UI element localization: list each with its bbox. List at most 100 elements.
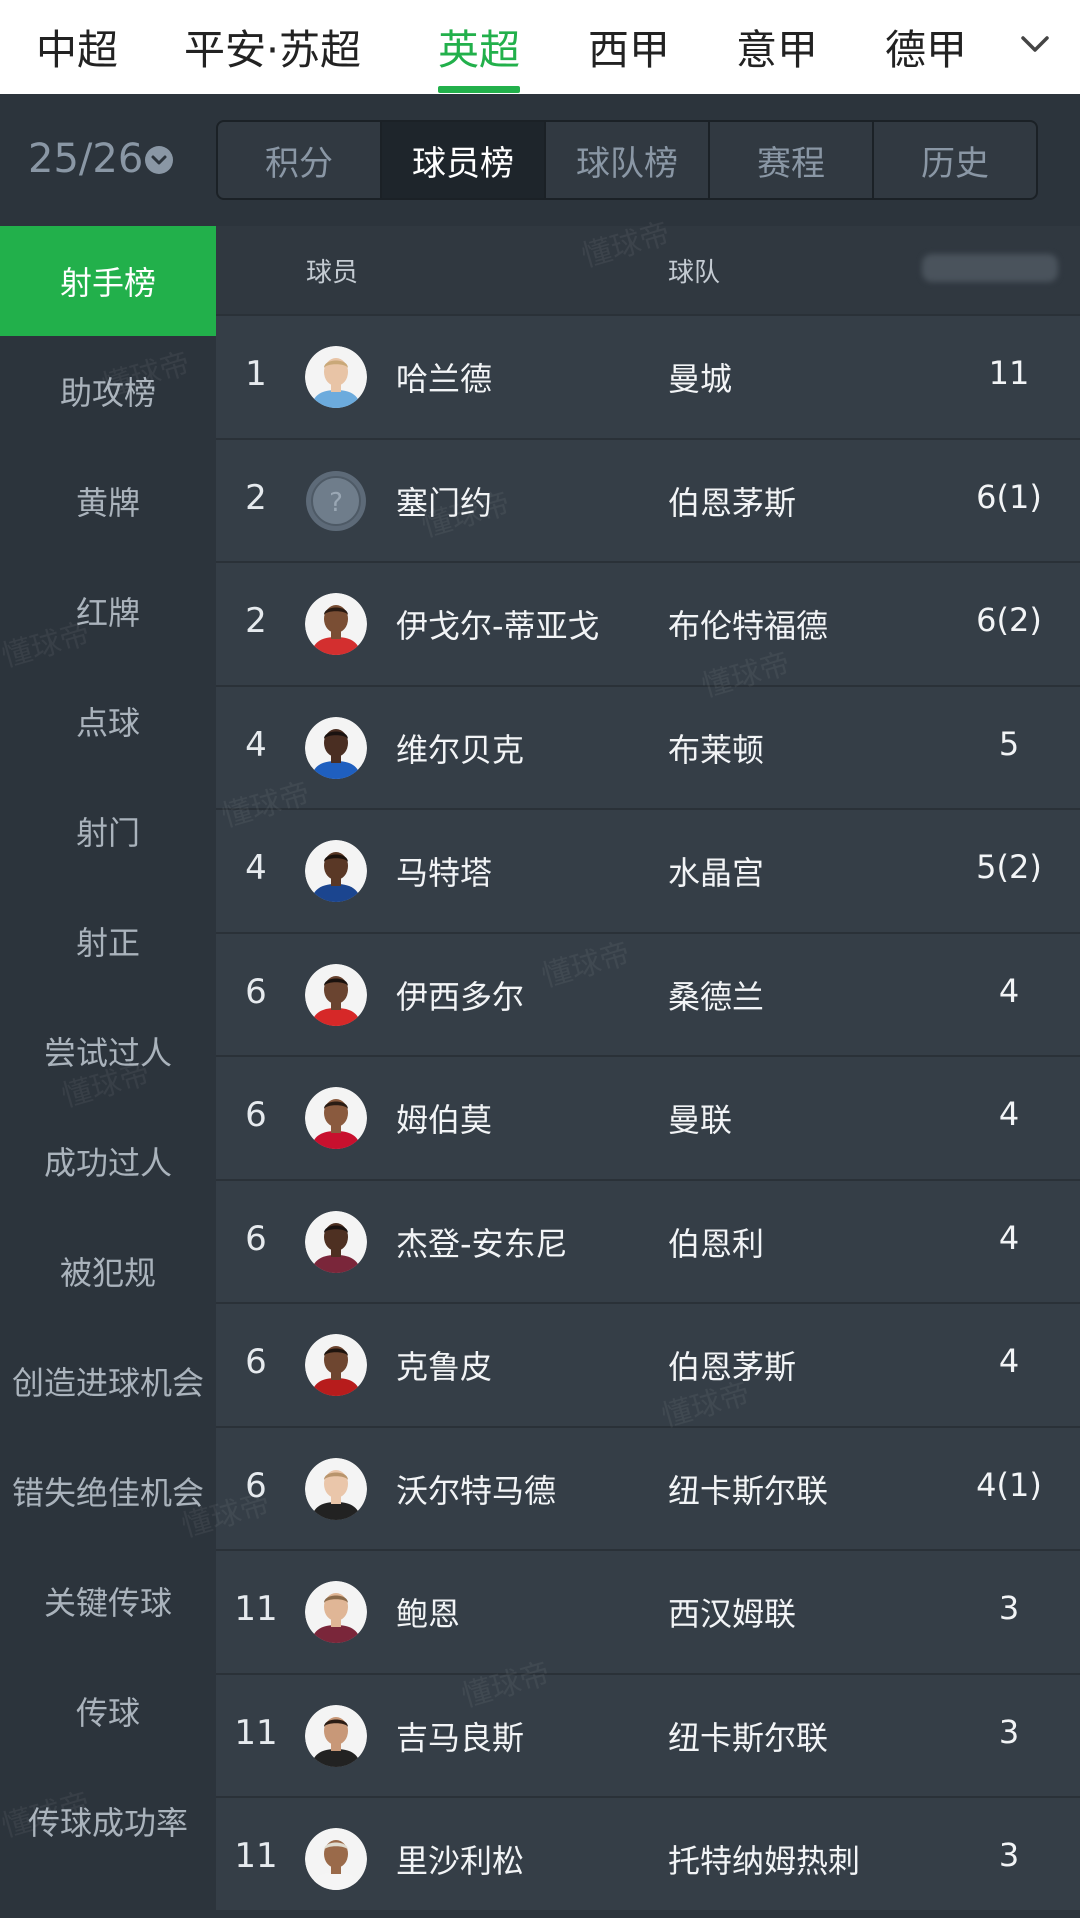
column-header-goals-obscured bbox=[922, 254, 1058, 282]
player-avatar[interactable] bbox=[305, 1334, 367, 1396]
sidebar-item[interactable]: 射手榜 bbox=[0, 226, 216, 336]
tab-history[interactable]: 历史 bbox=[874, 122, 1036, 198]
player-name[interactable]: 伊西多尔 bbox=[396, 972, 524, 1018]
sidebar-item[interactable]: 黄牌 bbox=[0, 446, 216, 556]
tab-standings[interactable]: 积分 bbox=[218, 122, 382, 198]
sidebar-item[interactable]: 助攻榜 bbox=[0, 336, 216, 446]
league-tab-bar: 中超 平安·苏超 英超 西甲 意甲 德甲 bbox=[0, 0, 1080, 94]
sidebar-item[interactable]: 被犯规 bbox=[0, 1216, 216, 1326]
team-name[interactable]: 纽卡斯尔联 bbox=[668, 1713, 828, 1759]
table-row[interactable]: 6 姆伯莫 曼联 4 bbox=[216, 1055, 1080, 1177]
player-name[interactable]: 杰登-安东尼 bbox=[396, 1219, 568, 1265]
sidebar-item[interactable]: 红牌 bbox=[0, 556, 216, 666]
table-row[interactable]: 4 马特塔 水晶宫 5(2) bbox=[216, 808, 1080, 930]
tab-bundesliga[interactable]: 德甲 bbox=[885, 16, 967, 76]
rank-number: 6 bbox=[245, 1342, 267, 1382]
player-avatar[interactable] bbox=[305, 963, 367, 1026]
unknown-avatar-icon[interactable]: ? bbox=[305, 470, 367, 532]
table-row[interactable]: 6 克鲁皮 伯恩茅斯 4 bbox=[216, 1302, 1080, 1424]
goals-value: 5(2) bbox=[976, 848, 1042, 886]
table-row[interactable]: 4 维尔贝克 布莱顿 5 bbox=[216, 684, 1080, 807]
player-name[interactable]: 姆伯莫 bbox=[396, 1095, 492, 1141]
player-avatar[interactable] bbox=[305, 1828, 367, 1890]
goals-value: 11 bbox=[988, 354, 1030, 392]
sidebar-item[interactable]: 关键传球 bbox=[0, 1546, 216, 1656]
table-header: 球员 球队 bbox=[216, 226, 1080, 314]
sidebar-item[interactable]: 传球成功率 bbox=[0, 1766, 216, 1876]
player-name[interactable]: 哈兰德 bbox=[396, 354, 492, 400]
player-name[interactable]: 沃尔特马德 bbox=[396, 1466, 556, 1512]
tab-team-ranking[interactable]: 球队榜 bbox=[546, 122, 710, 198]
rank-number: 6 bbox=[245, 971, 267, 1012]
goals-value: 4 bbox=[998, 1218, 1020, 1257]
player-name[interactable]: 维尔贝克 bbox=[396, 725, 524, 771]
team-name[interactable]: 托特纳姆热刺 bbox=[668, 1836, 860, 1882]
table-row[interactable]: 11 里沙利松 托特纳姆热刺 3 bbox=[216, 1796, 1080, 1918]
sidebar-item[interactable]: 错失绝佳机会 bbox=[0, 1436, 216, 1546]
sidebar-item[interactable]: 传球 bbox=[0, 1656, 216, 1766]
team-name[interactable]: 伯恩茅斯 bbox=[668, 478, 796, 524]
player-name[interactable]: 克鲁皮 bbox=[396, 1342, 492, 1388]
team-name[interactable]: 纽卡斯尔联 bbox=[668, 1466, 828, 1512]
player-avatar[interactable] bbox=[305, 593, 367, 655]
table-row[interactable]: 1 哈兰德 曼城 11 bbox=[216, 314, 1080, 436]
rank-number: 2 bbox=[245, 601, 267, 641]
team-name[interactable]: 伯恩利 bbox=[668, 1219, 764, 1265]
player-name[interactable]: 伊戈尔-蒂亚戈 bbox=[396, 601, 600, 647]
player-name[interactable]: 塞门约 bbox=[396, 478, 492, 524]
sidebar-item[interactable]: 创造进球机会 bbox=[0, 1326, 216, 1436]
goals-value: 4 bbox=[998, 971, 1020, 1010]
chevron-down-icon[interactable] bbox=[1015, 24, 1055, 64]
table-row[interactable]: 11 鲍恩 西汉姆联 3 bbox=[216, 1549, 1080, 1671]
player-name[interactable]: 鲍恩 bbox=[396, 1589, 460, 1635]
table-row[interactable]: 2 伊戈尔-蒂亚戈 布伦特福德 6(2) bbox=[216, 561, 1080, 683]
table-row[interactable]: 11 吉马良斯 纽卡斯尔联 3 bbox=[216, 1672, 1080, 1795]
rank-number: 6 bbox=[245, 1218, 267, 1259]
team-name[interactable]: 曼联 bbox=[668, 1095, 732, 1141]
sidebar-item[interactable]: 尝试过人 bbox=[0, 996, 216, 1106]
tab-schedule[interactable]: 赛程 bbox=[710, 122, 874, 198]
team-name[interactable]: 布莱顿 bbox=[668, 725, 764, 771]
player-name[interactable]: 里沙利松 bbox=[396, 1836, 524, 1882]
tab-epl[interactable]: 英超 bbox=[438, 16, 520, 76]
player-avatar[interactable] bbox=[305, 346, 367, 408]
goals-value: 4 bbox=[998, 1342, 1020, 1380]
chevron-down-icon[interactable] bbox=[144, 145, 174, 175]
player-avatar[interactable] bbox=[305, 1087, 367, 1149]
table-row[interactable]: 2? 塞门约 伯恩茅斯 6(1) bbox=[216, 437, 1080, 560]
player-avatar[interactable] bbox=[305, 1210, 367, 1273]
team-name[interactable]: 曼城 bbox=[668, 354, 732, 400]
player-avatar[interactable] bbox=[305, 1704, 367, 1767]
tab-jiangsu[interactable]: 平安·苏超 bbox=[184, 16, 361, 76]
team-name[interactable]: 伯恩茅斯 bbox=[668, 1342, 796, 1388]
tab-laliga[interactable]: 西甲 bbox=[588, 16, 670, 76]
season-selector[interactable]: 25/26 bbox=[28, 136, 143, 182]
category-segmented-control: 积分 球员榜 球队榜 赛程 历史 bbox=[216, 120, 1038, 200]
player-name[interactable]: 马特塔 bbox=[396, 848, 492, 894]
sidebar-item[interactable]: 成功过人 bbox=[0, 1106, 216, 1216]
sidebar-item[interactable]: 点球 bbox=[0, 666, 216, 776]
team-name[interactable]: 西汉姆联 bbox=[668, 1589, 796, 1635]
rank-number: 1 bbox=[245, 354, 267, 394]
table-row[interactable]: 6 杰登-安东尼 伯恩利 4 bbox=[216, 1178, 1080, 1301]
player-avatar[interactable] bbox=[305, 1581, 367, 1643]
sidebar-item[interactable]: 射门 bbox=[0, 776, 216, 886]
tab-seriea[interactable]: 意甲 bbox=[736, 16, 818, 76]
player-ranking-table: 球员 球队 1 哈兰德 曼城 11 2? 塞门约 伯恩茅斯 6(1) 2 伊戈尔-蒂亚戈 布伦特福德… bbox=[216, 226, 1080, 1910]
goals-value: 3 bbox=[998, 1836, 1020, 1874]
team-name[interactable]: 布伦特福德 bbox=[668, 601, 828, 647]
rank-number: 4 bbox=[245, 724, 267, 765]
column-header-team: 球队 bbox=[668, 258, 721, 288]
player-avatar[interactable] bbox=[305, 716, 367, 779]
tab-player-ranking[interactable]: 球员榜 bbox=[382, 122, 546, 198]
sidebar-item[interactable]: 射正 bbox=[0, 886, 216, 996]
rank-number: 11 bbox=[234, 1589, 278, 1629]
player-avatar[interactable] bbox=[305, 1457, 367, 1520]
player-avatar[interactable] bbox=[305, 840, 367, 902]
table-row[interactable]: 6 伊西多尔 桑德兰 4 bbox=[216, 931, 1080, 1054]
team-name[interactable]: 桑德兰 bbox=[668, 972, 764, 1018]
team-name[interactable]: 水晶宫 bbox=[668, 848, 764, 894]
table-row[interactable]: 6 沃尔特马德 纽卡斯尔联 4(1) bbox=[216, 1425, 1080, 1548]
player-name[interactable]: 吉马良斯 bbox=[396, 1713, 524, 1759]
tab-csl[interactable]: 中超 bbox=[36, 16, 118, 76]
